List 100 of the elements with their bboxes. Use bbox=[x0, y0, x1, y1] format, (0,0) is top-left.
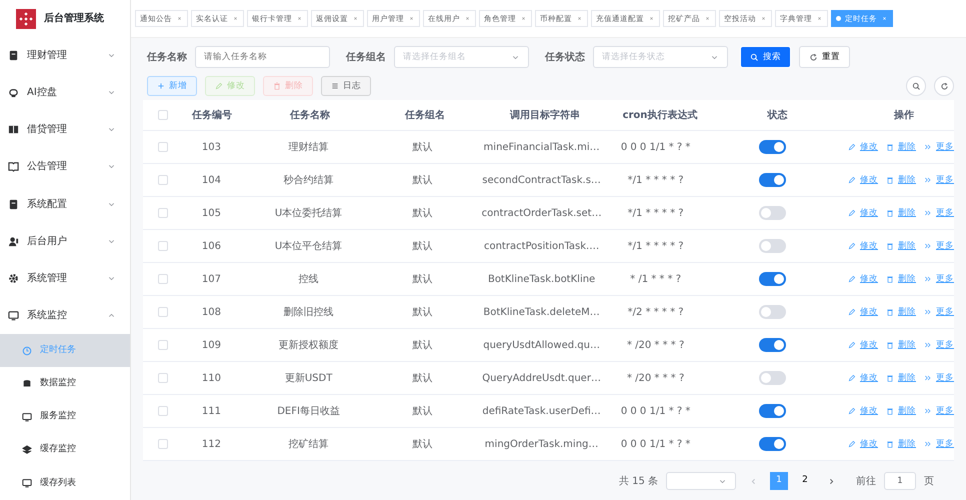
delete-link[interactable]: 删除 bbox=[886, 240, 916, 252]
search-toggle-button[interactable] bbox=[906, 76, 926, 96]
delete-link[interactable]: 删除 bbox=[886, 272, 916, 286]
reset-button[interactable]: 重置 bbox=[799, 46, 850, 68]
chevrons-icon bbox=[924, 341, 932, 349]
log-button[interactable]: 日志 bbox=[321, 76, 371, 96]
sidebar-subitem[interactable]: 数据监控 bbox=[0, 367, 130, 400]
more-link[interactable]: 更多 bbox=[924, 240, 954, 252]
more-link[interactable]: 更多 bbox=[924, 438, 954, 450]
book-icon bbox=[8, 124, 19, 136]
status-switch[interactable] bbox=[758, 173, 786, 187]
table-cell: 默认 bbox=[412, 438, 433, 450]
edit-link[interactable]: 修改 bbox=[848, 272, 878, 286]
column-header: 状态 bbox=[766, 108, 788, 122]
more-link[interactable]: 更多 bbox=[924, 338, 954, 352]
sidebar-subitem[interactable]: 缓存列表 bbox=[0, 466, 130, 500]
delete-link[interactable]: 删除 bbox=[886, 174, 916, 186]
edit-link[interactable]: 修改 bbox=[848, 438, 878, 450]
status-switch[interactable] bbox=[758, 305, 786, 319]
more-link[interactable]: 更多 bbox=[924, 404, 954, 418]
table-cell: U本位平仓结算 bbox=[274, 240, 342, 252]
table-cell: 默认 bbox=[412, 372, 433, 384]
row-checkbox[interactable] bbox=[158, 208, 168, 218]
delete-link[interactable]: 删除 bbox=[886, 338, 916, 352]
status-switch[interactable] bbox=[758, 239, 786, 253]
table-cell: */2 * * * * ? bbox=[628, 306, 684, 318]
trash-icon bbox=[886, 176, 894, 184]
refresh-button[interactable] bbox=[934, 76, 954, 96]
more-link[interactable]: 更多 bbox=[924, 372, 954, 384]
page-button[interactable]: 2 bbox=[796, 472, 814, 490]
add-button[interactable]: 新增 bbox=[147, 76, 197, 96]
row-checkbox[interactable] bbox=[158, 142, 168, 152]
delete-link[interactable]: 删除 bbox=[886, 438, 916, 450]
delete-link[interactable]: 删除 bbox=[886, 140, 916, 154]
edit-link[interactable]: 修改 bbox=[848, 404, 878, 418]
sidebar-item[interactable]: 系统监控 bbox=[0, 296, 130, 334]
row-checkbox[interactable] bbox=[158, 439, 168, 449]
row-checkbox[interactable] bbox=[158, 241, 168, 251]
row-checkbox[interactable] bbox=[158, 340, 168, 350]
table-cell: * /20 * * * ? bbox=[626, 340, 684, 350]
delete-link[interactable]: 删除 bbox=[886, 404, 916, 418]
status-switch[interactable] bbox=[758, 404, 786, 418]
edit-link[interactable]: 修改 bbox=[848, 306, 878, 318]
status-switch[interactable] bbox=[758, 140, 786, 154]
pencil-icon bbox=[848, 176, 856, 184]
sidebar-subitem[interactable]: 缓存监控 bbox=[0, 434, 130, 467]
more-link[interactable]: 更多 bbox=[924, 140, 954, 154]
sidebar-item[interactable]: AI控盘 bbox=[0, 74, 130, 112]
table-cell: */1 * * * * ? bbox=[628, 208, 684, 218]
edit-link[interactable]: 修改 bbox=[848, 140, 878, 154]
row-checkbox[interactable] bbox=[158, 307, 168, 317]
page-size-select[interactable] bbox=[666, 472, 736, 490]
delete-link[interactable]: 删除 bbox=[886, 206, 916, 220]
edit-link[interactable]: 修改 bbox=[848, 174, 878, 186]
select-field[interactable]: 请选择任务组名 bbox=[394, 46, 529, 68]
input-field[interactable]: 请输入任务名称 bbox=[195, 46, 330, 68]
sidebar-subitem[interactable]: 定时任务 bbox=[0, 334, 130, 368]
status-switch[interactable] bbox=[758, 338, 786, 352]
sidebar-item[interactable]: 借贷管理 bbox=[0, 111, 130, 148]
sidebar-item[interactable]: 后台用户 bbox=[0, 222, 130, 260]
sidebar-item[interactable]: 系统管理 bbox=[0, 260, 130, 297]
table-cell: 108 bbox=[202, 306, 221, 318]
status-switch[interactable] bbox=[758, 437, 786, 451]
app-title: 后台管理系统 bbox=[44, 12, 104, 26]
page-button[interactable]: 1 bbox=[770, 472, 788, 490]
status-switch[interactable] bbox=[758, 272, 786, 286]
edit-link[interactable]: 修改 bbox=[848, 240, 878, 252]
more-link[interactable]: 更多 bbox=[924, 306, 954, 318]
status-switch[interactable] bbox=[758, 206, 786, 220]
sidebar-item[interactable]: 理财管理 bbox=[0, 37, 130, 74]
search-button[interactable]: 搜索 bbox=[740, 46, 791, 68]
row-checkbox[interactable] bbox=[158, 373, 168, 383]
table-cell: 理财结算 bbox=[288, 142, 329, 152]
monitor-icon bbox=[22, 412, 32, 422]
row-checkbox[interactable] bbox=[158, 406, 168, 416]
sidebar-subitem[interactable]: 服务监控 bbox=[0, 400, 130, 434]
chevrons-icon bbox=[924, 440, 932, 448]
more-link[interactable]: 更多 bbox=[924, 206, 954, 220]
table-cell: 默认 bbox=[412, 406, 433, 416]
page-input[interactable]: 1 bbox=[884, 472, 916, 490]
edit-link[interactable]: 修改 bbox=[848, 338, 878, 352]
trash-icon bbox=[273, 82, 281, 90]
more-link[interactable]: 更多 bbox=[924, 272, 954, 286]
row-checkbox[interactable] bbox=[158, 175, 168, 185]
table-cell: 默认 bbox=[412, 274, 433, 284]
trash-icon bbox=[886, 308, 894, 316]
delete-link[interactable]: 删除 bbox=[886, 306, 916, 318]
status-switch[interactable] bbox=[758, 371, 786, 385]
row-checkbox[interactable] bbox=[158, 274, 168, 284]
close-icon bbox=[464, 15, 471, 22]
select-all-checkbox[interactable] bbox=[158, 110, 168, 120]
sidebar-item[interactable]: 系统配置 bbox=[0, 186, 130, 223]
select-field[interactable]: 请选择任务状态 bbox=[593, 46, 728, 68]
column-header: 调用目标字符串 bbox=[508, 108, 581, 122]
close-icon bbox=[232, 15, 239, 22]
delete-link[interactable]: 删除 bbox=[886, 372, 916, 384]
more-link[interactable]: 更多 bbox=[924, 174, 954, 186]
sidebar-item[interactable]: 公告管理 bbox=[0, 148, 130, 186]
edit-link[interactable]: 修改 bbox=[848, 372, 878, 384]
edit-link[interactable]: 修改 bbox=[848, 206, 878, 220]
